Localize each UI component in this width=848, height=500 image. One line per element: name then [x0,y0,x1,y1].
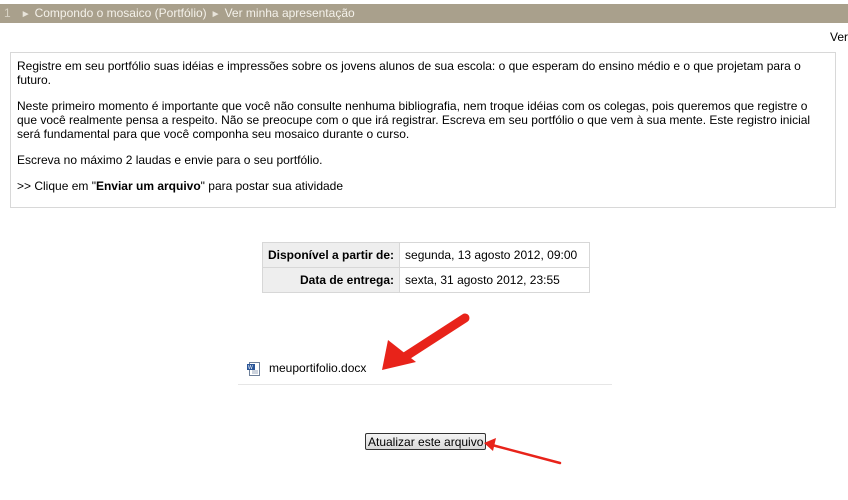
dates-table: Disponível a partir de: segunda, 13 agos… [261,242,591,293]
table-row: Disponível a partir de: segunda, 13 agos… [261,242,591,268]
file-link[interactable]: meuportifolio.docx [269,361,366,375]
word-document-icon: W [247,362,260,376]
intro-paragraph-2: Neste primeiro momento é importante que … [17,99,811,141]
intro-instruction-suffix: " para postar sua atividade [200,179,344,193]
assignment-description: Registre em seu portfólio suas idéias e … [10,52,836,208]
available-from-label: Disponível a partir de: [261,242,401,268]
view-link[interactable]: Ver [830,30,848,44]
due-date-label: Data de entrega: [261,267,401,293]
intro-instruction-prefix: >> Clique em " [17,179,96,193]
annotation-arrow-small-icon [484,438,562,465]
update-file-button[interactable]: Atualizar este arquivo [365,433,487,450]
breadcrumb-separator-icon: ► [210,9,221,20]
available-from-value: segunda, 13 agosto 2012, 09:00 [399,242,591,268]
breadcrumb-separator-icon: ► [20,9,31,20]
annotation-arrow-icon [382,313,470,370]
intro-paragraph-3: Escreva no máximo 2 laudas e envie para … [17,153,323,167]
intro-instruction-bold: Enviar um arquivo [95,179,201,193]
breadcrumb: 1 ► Compondo o mosaico (Portfólio) ► Ver min… [0,4,848,23]
due-date-value: sexta, 31 agosto 2012, 23:55 [399,267,591,293]
svg-text:W: W [248,365,253,371]
table-row: Data de entrega: sexta, 31 agosto 2012, … [261,267,591,293]
breadcrumb-number: 1 [4,6,11,20]
breadcrumb-link-portfolio[interactable]: Compondo o mosaico (Portfólio) [35,6,207,20]
intro-paragraph-1: Registre em seu portfólio suas idéias e … [17,59,801,87]
breadcrumb-current-page: Ver minha apresentação [224,6,355,20]
intro-paragraph-4: >> Clique em "Enviar um arquivo" para po… [17,179,829,193]
